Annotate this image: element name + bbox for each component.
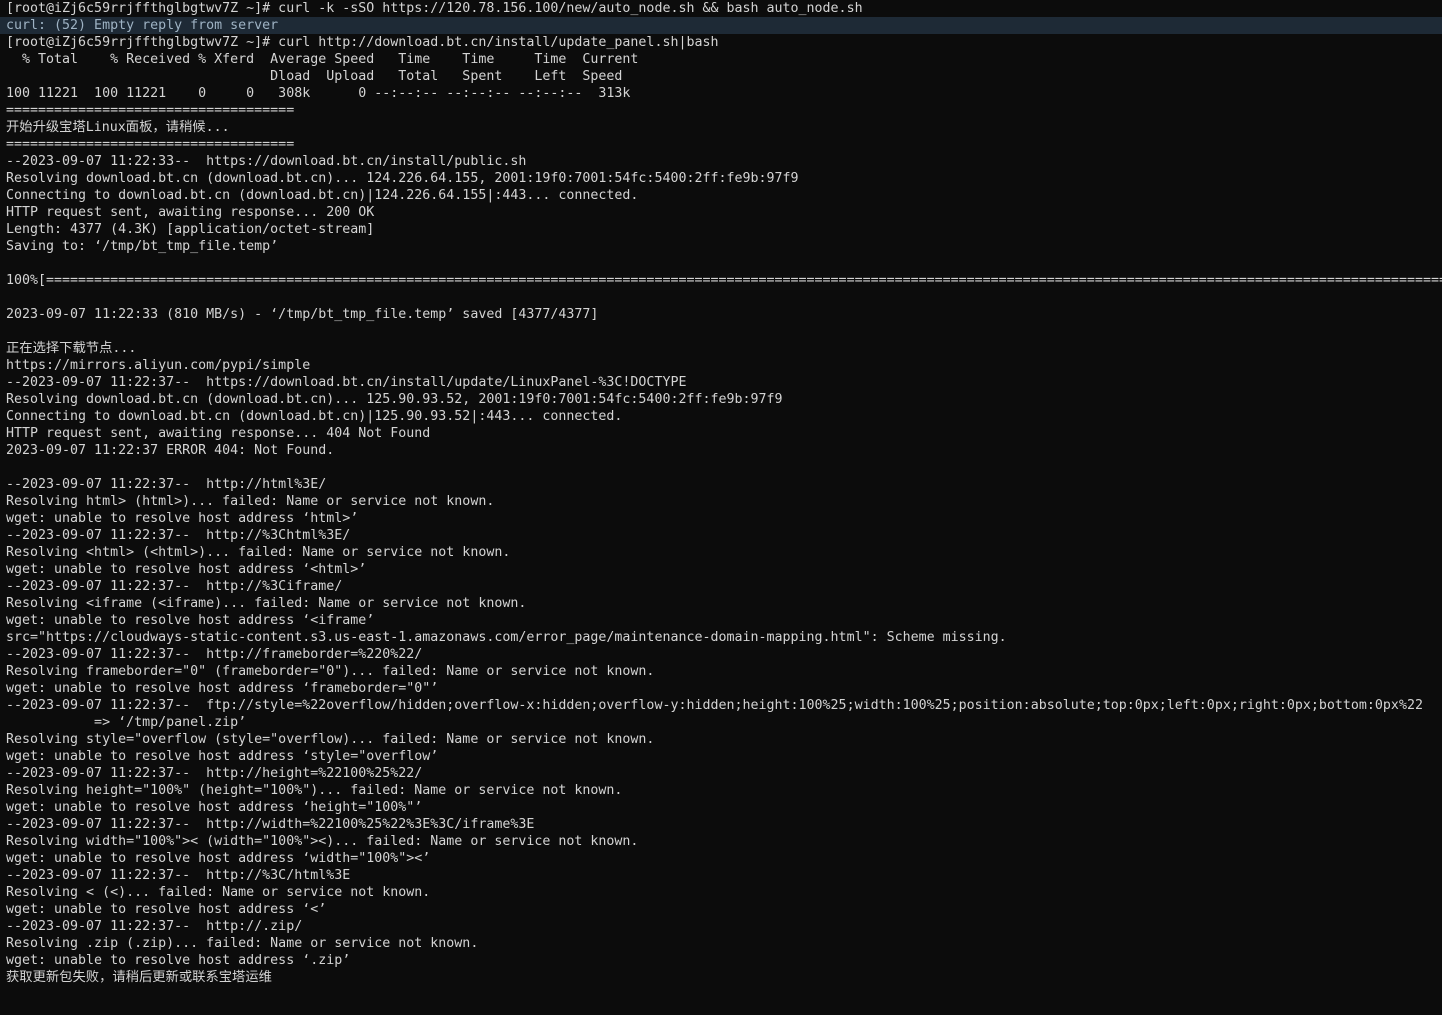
progress-bar-line: 100%[===================================…	[6, 273, 1442, 288]
terminal-line: Length: 4377 (4.3K) [application/octet-s…	[6, 222, 375, 237]
terminal-line: Resolving download.bt.cn (download.bt.cn…	[6, 392, 783, 407]
terminal-line: [root@iZj6c59rrjffthglbgtwv7Z ~]# curl -…	[6, 1, 863, 16]
terminal-window[interactable]: [root@iZj6c59rrjffthglbgtwv7Z ~]# curl -…	[0, 0, 1442, 1015]
terminal-line: --2023-09-07 11:22:37-- http://%3Chtml%3…	[6, 528, 351, 543]
terminal-line: --2023-09-07 11:22:37-- http://.zip/	[6, 919, 303, 934]
command-prompt[interactable]: 获取更新包失败，请稍后更新或联系宝塔运维	[0, 969, 1442, 986]
terminal-line: 2023-09-07 11:22:37 ERROR 404: Not Found…	[6, 443, 335, 458]
terminal-line: Dload Upload Total Spent Left Speed	[6, 69, 623, 84]
terminal-line: --2023-09-07 11:22:37-- ftp://style=%22o…	[6, 698, 1423, 713]
terminal-line: wget: unable to resolve host address ‘ht…	[6, 511, 359, 526]
terminal-line: Resolving frameborder="0" (frameborder="…	[6, 664, 655, 679]
terminal-line: [root@iZj6c59rrjffthglbgtwv7Z ~]# curl h…	[6, 35, 719, 50]
terminal-line: wget: unable to resolve host address ‘<’	[6, 902, 327, 917]
terminal-line: wget: unable to resolve host address ‘fr…	[6, 681, 439, 696]
terminal-line: Resolving download.bt.cn (download.bt.cn…	[6, 171, 799, 186]
terminal-line: --2023-09-07 11:22:37-- http://width=%22…	[6, 817, 535, 832]
terminal-line: ====================================	[6, 137, 295, 152]
terminal-line: wget: unable to resolve host address ‘.z…	[6, 953, 351, 968]
terminal-line: Resolving <iframe (<iframe)... failed: N…	[6, 596, 527, 611]
terminal-line: HTTP request sent, awaiting response... …	[6, 205, 375, 220]
terminal-line: Connecting to download.bt.cn (download.b…	[6, 188, 639, 203]
prompt-text: 获取更新包失败，请稍后更新或联系宝塔运维	[6, 970, 272, 985]
terminal-line: --2023-09-07 11:22:37-- http://html%3E/	[6, 477, 327, 492]
terminal-line: Resolving width="100%">< (width="100%"><…	[6, 834, 639, 849]
terminal-line: Resolving height="100%" (height="100%").…	[6, 783, 623, 798]
terminal-line: HTTP request sent, awaiting response... …	[6, 426, 431, 441]
terminal-line: 100 11221 100 11221 0 0 308k 0 --:--:-- …	[6, 86, 631, 101]
terminal-line: wget: unable to resolve host address ‘st…	[6, 749, 439, 764]
terminal-line: 正在选择下载节点...	[6, 341, 137, 356]
terminal-line: wget: unable to resolve host address ‘<i…	[6, 613, 375, 628]
terminal-line: wget: unable to resolve host address ‘<h…	[6, 562, 367, 577]
terminal-line: Saving to: ‘/tmp/bt_tmp_file.temp’	[6, 239, 279, 254]
terminal-line: Resolving <html> (<html>)... failed: Nam…	[6, 545, 511, 560]
terminal-line-highlighted: curl: (52) Empty reply from server	[0, 17, 1442, 34]
terminal-line: --2023-09-07 11:22:37-- http://%3Ciframe…	[6, 579, 343, 594]
terminal-line: --2023-09-07 11:22:37-- http://%3C/html%…	[6, 868, 351, 883]
terminal-line: Connecting to download.bt.cn (download.b…	[6, 409, 623, 424]
terminal-line: --2023-09-07 11:22:37-- http://framebord…	[6, 647, 423, 662]
terminal-line: --2023-09-07 11:22:37-- http://height=%2…	[6, 766, 423, 781]
terminal-line: Resolving html> (html>)... failed: Name …	[6, 494, 495, 509]
terminal-line: wget: unable to resolve host address ‘wi…	[6, 851, 431, 866]
terminal-line: 开始升级宝塔Linux面板，请稍候...	[6, 120, 230, 135]
text-cursor	[272, 969, 280, 984]
terminal-line: % Total % Received % Xferd Average Speed…	[6, 52, 639, 67]
terminal-line: src="https://cloudways-static-content.s3…	[6, 630, 1007, 645]
terminal-line: wget: unable to resolve host address ‘he…	[6, 800, 423, 815]
terminal-line: --2023-09-07 11:22:33-- https://download…	[6, 154, 527, 169]
terminal-line: Resolving .zip (.zip)... failed: Name or…	[6, 936, 479, 951]
terminal-line: => ‘/tmp/panel.zip’	[6, 715, 247, 730]
terminal-line: --2023-09-07 11:22:37-- https://download…	[6, 375, 687, 390]
terminal-line: 2023-09-07 11:22:33 (810 MB/s) - ‘/tmp/b…	[6, 307, 599, 322]
terminal-line: ====================================	[6, 103, 295, 118]
terminal-line: Resolving < (<)... failed: Name or servi…	[6, 885, 431, 900]
terminal-line: https://mirrors.aliyun.com/pypi/simple	[6, 358, 311, 373]
terminal-line: Resolving style="overflow (style="overfl…	[6, 732, 655, 747]
